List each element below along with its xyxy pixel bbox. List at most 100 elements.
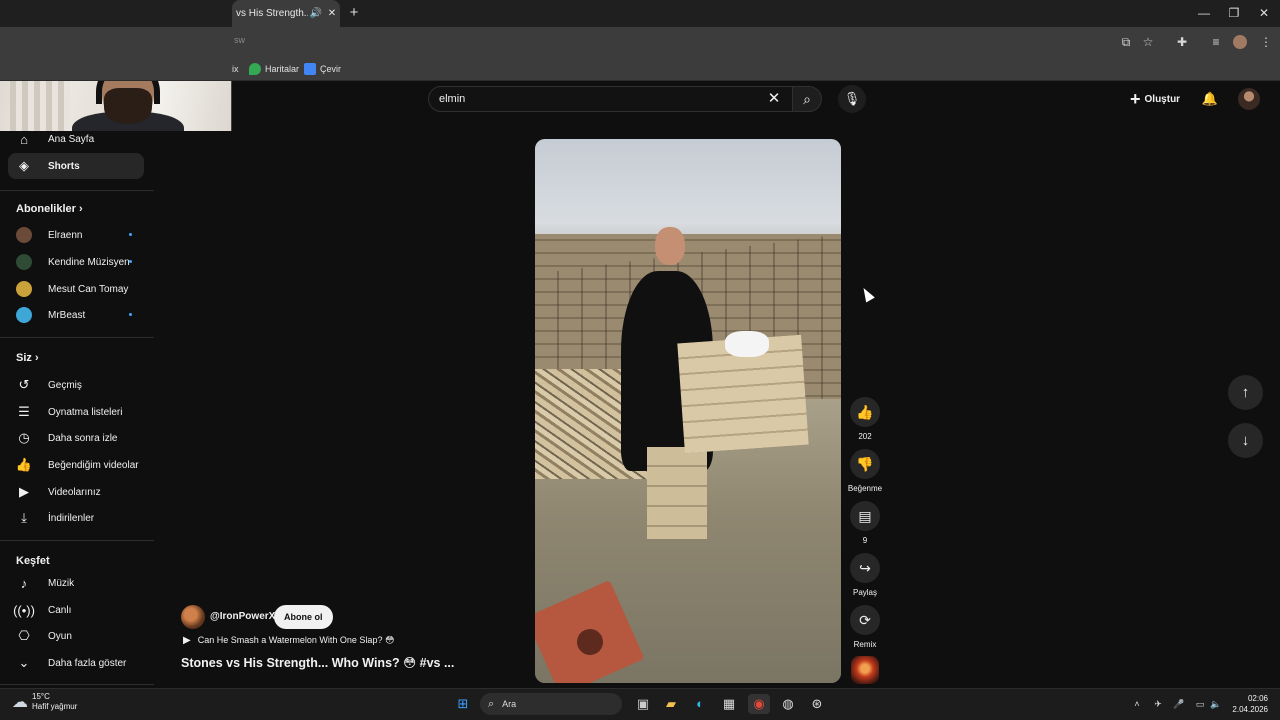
like-action[interactable]: 👍 202: [848, 397, 882, 441]
music-link[interactable]: ▶ Can He Smash a Watermelon With One Slap…: [183, 635, 394, 646]
maps-icon: [249, 63, 261, 75]
tab-title: vs His Strength... W: [236, 8, 308, 19]
taskbar-search[interactable]: ⌕ Ara: [480, 693, 622, 715]
profile-avatar[interactable]: [1233, 35, 1247, 49]
app-icon[interactable]: ◍: [777, 694, 799, 714]
file-explorer-icon[interactable]: ▰: [660, 694, 682, 714]
close-window-button[interactable]: ✕: [1254, 5, 1274, 21]
extensions-icon[interactable]: ✚: [1174, 34, 1190, 50]
install-app-icon[interactable]: ⧉: [1118, 34, 1134, 50]
sidebar-item-music[interactable]: ♪ Müzik: [8, 570, 144, 596]
channel-avatar[interactable]: [181, 605, 205, 629]
comment-action[interactable]: ▤ 9: [848, 501, 882, 545]
avatar: [16, 307, 32, 323]
remix-icon[interactable]: ⟳: [850, 605, 880, 635]
menu-kebab-icon[interactable]: ⋮: [1258, 34, 1274, 50]
create-button[interactable]: + Oluştur: [1130, 88, 1180, 110]
clear-search-icon[interactable]: ✕: [766, 90, 782, 108]
chevron-down-icon: ⌄: [18, 655, 30, 670]
dislike-icon[interactable]: 👎: [850, 449, 880, 479]
sound-thumbnail[interactable]: [851, 656, 879, 684]
volume-icon[interactable]: 🔈: [1209, 696, 1223, 712]
subscriptions-heading[interactable]: Abonelikler ›: [16, 203, 83, 215]
chevron-right-icon: ›: [34, 352, 39, 364]
sidebar: ⌂ Ana Sayfa ◈ Shorts Abonelikler › Elraenn…: [0, 131, 155, 687]
like-icon[interactable]: 👍: [850, 397, 880, 427]
weather-widget[interactable]: ☁ 15°C Hafif yağmur: [12, 692, 77, 712]
next-short-button[interactable]: ↓: [1228, 423, 1263, 458]
remix-action[interactable]: ⟳ Remix: [848, 605, 882, 649]
sidebar-item-shorts[interactable]: ◈ Shorts: [8, 153, 144, 179]
short-title[interactable]: Stones vs His Strength... Who Wins? 😳 #v…: [181, 655, 454, 670]
tray-app-icon[interactable]: ✈: [1151, 696, 1165, 712]
taskbar-clock[interactable]: 02:06 2.04.2026: [1228, 693, 1268, 715]
sidebar-sub-mrbeast[interactable]: MrBeast: [8, 302, 144, 328]
windows-start-icon[interactable]: ⊞: [452, 694, 474, 714]
minimize-button[interactable]: —: [1194, 5, 1214, 21]
you-heading[interactable]: Siz ›: [16, 352, 39, 364]
sidebar-sub-elraenn[interactable]: Elraenn: [8, 222, 144, 248]
search-button[interactable]: ⌕: [792, 86, 822, 112]
short-video-player[interactable]: [535, 139, 841, 683]
arrow-down-icon: ↓: [1241, 432, 1250, 449]
sidebar-sub-kendine-muzisyen[interactable]: Kendine Müzisyen: [8, 249, 144, 275]
home-icon: ⌂: [20, 131, 28, 147]
bookmark-item[interactable]: ix: [232, 60, 239, 78]
search-input[interactable]: elmin: [428, 86, 794, 112]
sidebar-item-liked[interactable]: 👍 Beğendiğim videolar: [8, 452, 144, 478]
close-tab-icon[interactable]: ✕: [324, 8, 340, 19]
bookmark-translate[interactable]: Çevir: [304, 60, 341, 78]
sidebar-item-gaming[interactable]: ⎔ Oyun: [8, 623, 144, 649]
chrome-icon[interactable]: ◉: [748, 694, 770, 714]
bookmark-star-icon[interactable]: ☆: [1140, 34, 1156, 50]
download-icon: ⤓: [21, 510, 27, 525]
voice-search-button[interactable]: 🎙: [838, 85, 866, 113]
comment-icon[interactable]: ▤: [850, 501, 880, 531]
sidebar-sub-mesut-can-tomay[interactable]: Mesut Can Tomay: [8, 276, 144, 302]
subscribe-button[interactable]: Abone ol: [274, 605, 333, 629]
media-controls-icon[interactable]: ≡: [1208, 34, 1224, 50]
bookmark-maps[interactable]: Haritalar: [249, 60, 299, 78]
display-tray-icon[interactable]: ▭: [1193, 696, 1207, 712]
account-avatar[interactable]: [1238, 88, 1260, 110]
sidebar-item-live[interactable]: ((•)) Canlı: [8, 597, 144, 623]
notifications-bell-icon[interactable]: 🔔: [1200, 89, 1220, 109]
sidebar-item-watch-later[interactable]: ◷ Daha sonra izle: [8, 425, 144, 451]
avatar: [16, 281, 32, 297]
microphone-tray-icon[interactable]: 🎤: [1172, 696, 1186, 712]
edge-icon[interactable]: ◐: [689, 694, 711, 714]
new-tab-button[interactable]: +: [346, 5, 362, 21]
channel-name[interactable]: @IronPowerX: [210, 611, 275, 622]
share-icon[interactable]: ↪: [850, 553, 880, 583]
cloud-rain-icon: ☁: [12, 694, 28, 711]
restore-button[interactable]: ❐: [1224, 5, 1244, 21]
sidebar-item-history[interactable]: ↺ Geçmiş: [8, 372, 144, 398]
previous-short-button[interactable]: ↑: [1228, 375, 1263, 410]
sidebar-item-your-videos[interactable]: ▶ Videolarınız: [8, 479, 144, 505]
shorts-icon: ◈: [19, 158, 29, 173]
store-icon[interactable]: ▦: [718, 694, 740, 714]
tray-expand-icon[interactable]: ˄: [1130, 696, 1144, 712]
dislike-action[interactable]: 👎 Beğenme: [848, 449, 882, 493]
plus-icon: +: [1130, 89, 1141, 109]
speaker-icon[interactable]: 🔊: [308, 8, 324, 19]
obs-icon[interactable]: ⊛: [806, 694, 828, 714]
playlist-icon: ☰: [18, 404, 30, 419]
video-icon: ▶: [19, 484, 29, 499]
url-text[interactable]: sw: [234, 35, 245, 45]
game-icon: ⎔: [18, 628, 30, 643]
sidebar-item-playlists[interactable]: ☰ Oynatma listeleri: [8, 399, 144, 425]
share-action[interactable]: ↪ Paylaş: [848, 553, 882, 597]
sidebar-item-downloads[interactable]: ⤓ İndirilenler: [8, 505, 144, 531]
address-bar: [0, 27, 1280, 57]
avatar: [16, 227, 32, 243]
music-icon: ♪: [20, 575, 28, 591]
history-icon: ↺: [18, 377, 30, 392]
browser-titlebar: [0, 0, 1280, 27]
search-icon: ⌕: [803, 91, 811, 107]
browser-tab[interactable]: vs His Strength... W 🔊 ✕: [232, 0, 340, 27]
play-icon: ▶: [183, 635, 191, 646]
sidebar-item-home[interactable]: ⌂ Ana Sayfa: [8, 126, 144, 152]
task-view-icon[interactable]: ▣: [632, 694, 654, 714]
sidebar-item-show-more[interactable]: ⌄ Daha fazla göster: [8, 650, 144, 676]
